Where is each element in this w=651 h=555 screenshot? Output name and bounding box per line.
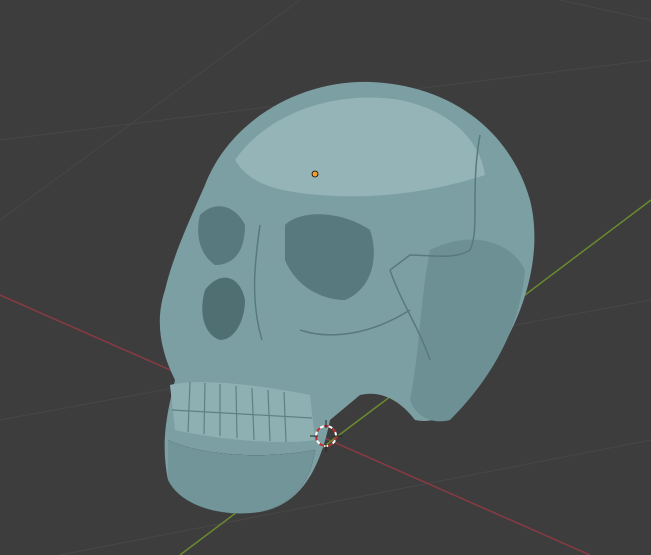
3d-viewport[interactable] xyxy=(0,0,651,555)
viewport-canvas[interactable] xyxy=(0,0,651,555)
object-origin-icon[interactable] xyxy=(311,170,319,178)
